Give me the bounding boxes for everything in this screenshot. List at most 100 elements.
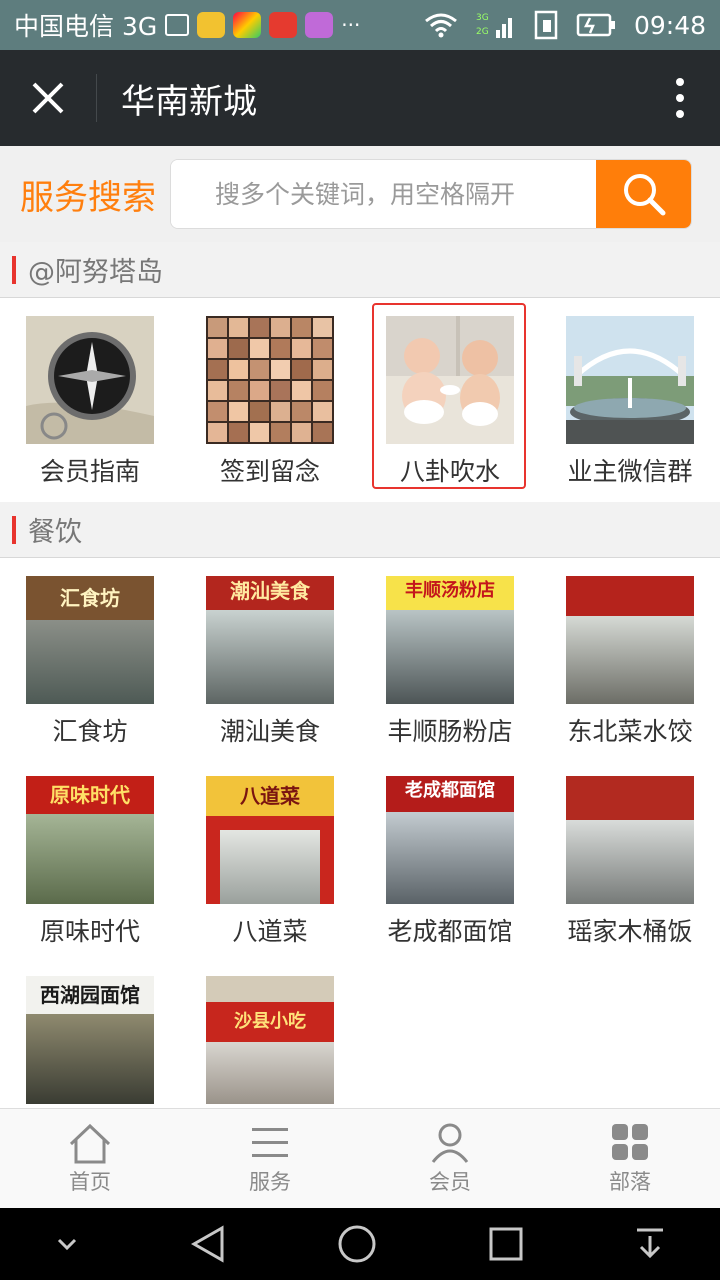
grid-item-checkin[interactable]: 签到留念 (180, 298, 360, 498)
menu-icon (252, 1127, 288, 1157)
search-bar: 服务搜索 (0, 146, 720, 242)
shopfront-photo: 潮汕美食 (206, 576, 334, 704)
grid-item-label: 原味时代 (39, 917, 140, 946)
shop-interior (386, 610, 514, 704)
shop-sign: 八道菜 (206, 776, 334, 816)
tab-label: 首页 (69, 1169, 111, 1194)
grid-item-label: 业主微信群 (567, 457, 693, 486)
faces-collage-photo (206, 316, 334, 444)
shopfront-photo: 老成都面馆 (386, 776, 514, 904)
shop-interior (26, 1014, 154, 1104)
compass-photo (26, 316, 154, 444)
home-icon (69, 1123, 111, 1163)
section-grid-anuta: 会员指南 签到留念 八卦吹水 业主微信群 (0, 298, 720, 498)
shop-awning (206, 976, 334, 1002)
section-title: 餐饮 (28, 517, 82, 548)
section-grid-dining: 汇食坊 汇食坊 潮汕美食 潮汕美食 丰顺汤粉店 丰顺肠粉店 东北菜水饺 原味时代… (0, 558, 720, 1108)
close-button[interactable] (0, 50, 96, 146)
title-bar: 华南新城 (0, 50, 720, 146)
status-bar: 中国电信 3G ··· 3G 2G 09:48 (0, 0, 720, 50)
grid-item-wechat-group[interactable]: 业主微信群 (540, 298, 720, 498)
grid-item-label: 汇食坊 (52, 717, 128, 746)
grid-item-chaoshan[interactable]: 潮汕美食 潮汕美食 (180, 558, 360, 758)
clock-text: 09:48 (633, 10, 706, 40)
tab-label: 会员 (429, 1169, 471, 1194)
system-nav-bar (0, 1208, 720, 1280)
search-icon (623, 174, 665, 216)
bottom-tab-bar: 首页 服务 会员 部落 (0, 1108, 720, 1208)
grid-item-gossip[interactable]: 八卦吹水 (360, 298, 540, 498)
shop-interior (566, 820, 694, 904)
title-divider (96, 74, 97, 122)
more-options-button[interactable] (640, 50, 720, 146)
search-button[interactable] (596, 160, 691, 228)
section-title: @阿努塔岛 (28, 257, 163, 288)
shop-sign: 丰顺汤粉店 (386, 576, 514, 610)
shop-sign: 西湖园面馆 (26, 976, 154, 1014)
search-label: 服务搜索 (20, 177, 156, 218)
tab-tribe[interactable]: 部落 (540, 1109, 720, 1208)
grid-item-member-guide[interactable]: 会员指南 (0, 298, 180, 498)
search-input[interactable] (171, 160, 596, 228)
recents-icon[interactable] (488, 1226, 524, 1262)
gallery-icon (165, 14, 190, 36)
grid-item-xihuyuan[interactable]: 西湖园面馆 (0, 958, 180, 1108)
svg-text:3G: 3G (476, 13, 489, 23)
shop-sign: 沙县小吃 (206, 1002, 334, 1042)
shop-sign (566, 776, 694, 820)
grid-item-label: 东北菜水饺 (567, 717, 693, 746)
app-icon-red (269, 12, 298, 38)
sim-icon (534, 10, 558, 40)
grid-item-huishifang[interactable]: 汇食坊 汇食坊 (0, 558, 180, 758)
battery-icon (576, 13, 615, 37)
grid-icon (612, 1123, 648, 1160)
back-icon[interactable] (190, 1224, 226, 1264)
page-title: 华南新城 (121, 81, 257, 122)
grid-item-badaocai[interactable]: 八道菜 八道菜 (180, 758, 360, 958)
shopfront-photo: 汇食坊 (26, 576, 154, 704)
grid-item-label: 老成都面馆 (387, 917, 513, 946)
tab-label: 部落 (609, 1169, 651, 1194)
tab-members[interactable]: 会员 (360, 1109, 540, 1208)
app-icon-yellow (197, 12, 226, 38)
carrier-text: 中国电信 3G (14, 12, 158, 41)
signal-icon: 3G 2G (476, 13, 512, 38)
shop-sign (566, 576, 694, 616)
tab-services[interactable]: 服务 (180, 1109, 360, 1208)
more-vertical-icon (676, 78, 684, 118)
shop-interior (206, 1042, 334, 1104)
grid-item-dongbei[interactable]: 东北菜水饺 (540, 558, 720, 758)
chevron-down-icon[interactable] (55, 1236, 79, 1252)
grid-item-label: 潮汕美食 (219, 717, 320, 746)
shop-interior (386, 812, 514, 904)
home-circle-icon[interactable] (337, 1224, 377, 1264)
shopfront-photo (566, 576, 694, 704)
fountain-photo (566, 316, 694, 444)
grid-item-label: 丰顺肠粉店 (387, 717, 513, 746)
more-notifications-icon: ··· (341, 13, 361, 37)
shopfront-photo: 原味时代 (26, 776, 154, 904)
shopfront-photo: 西湖园面馆 (26, 976, 154, 1104)
grid-item-label: 八道菜 (232, 917, 308, 946)
shop-interior (26, 620, 154, 704)
shop-sign: 老成都面馆 (386, 776, 514, 812)
shopfront-photo: 丰顺汤粉店 (386, 576, 514, 704)
wifi-icon (425, 13, 457, 38)
shop-interior (26, 814, 154, 904)
game-icon (305, 12, 334, 38)
section-header-anuta: @阿努塔岛 (0, 242, 720, 298)
grid-item-fengshun[interactable]: 丰顺汤粉店 丰顺肠粉店 (360, 558, 540, 758)
grid-item-laochengdu[interactable]: 老成都面馆 老成都面馆 (360, 758, 540, 958)
shopfront-photo (566, 776, 694, 904)
grid-item-shaxian[interactable]: 沙县小吃 (180, 958, 360, 1108)
grid-item-label: 签到留念 (219, 457, 320, 486)
grid-item-yaojia[interactable]: 瑶家木桶饭 (540, 758, 720, 958)
tab-home[interactable]: 首页 (0, 1109, 180, 1208)
section-accent-bar (12, 515, 16, 544)
section-accent-bar (12, 255, 16, 284)
shop-interior (206, 610, 334, 704)
section-header-dining: 餐饮 (0, 502, 720, 558)
notification-pulldown-icon[interactable] (635, 1226, 665, 1262)
shopfront-photo: 八道菜 (206, 776, 334, 904)
grid-item-yuanwei[interactable]: 原味时代 原味时代 (0, 758, 180, 958)
